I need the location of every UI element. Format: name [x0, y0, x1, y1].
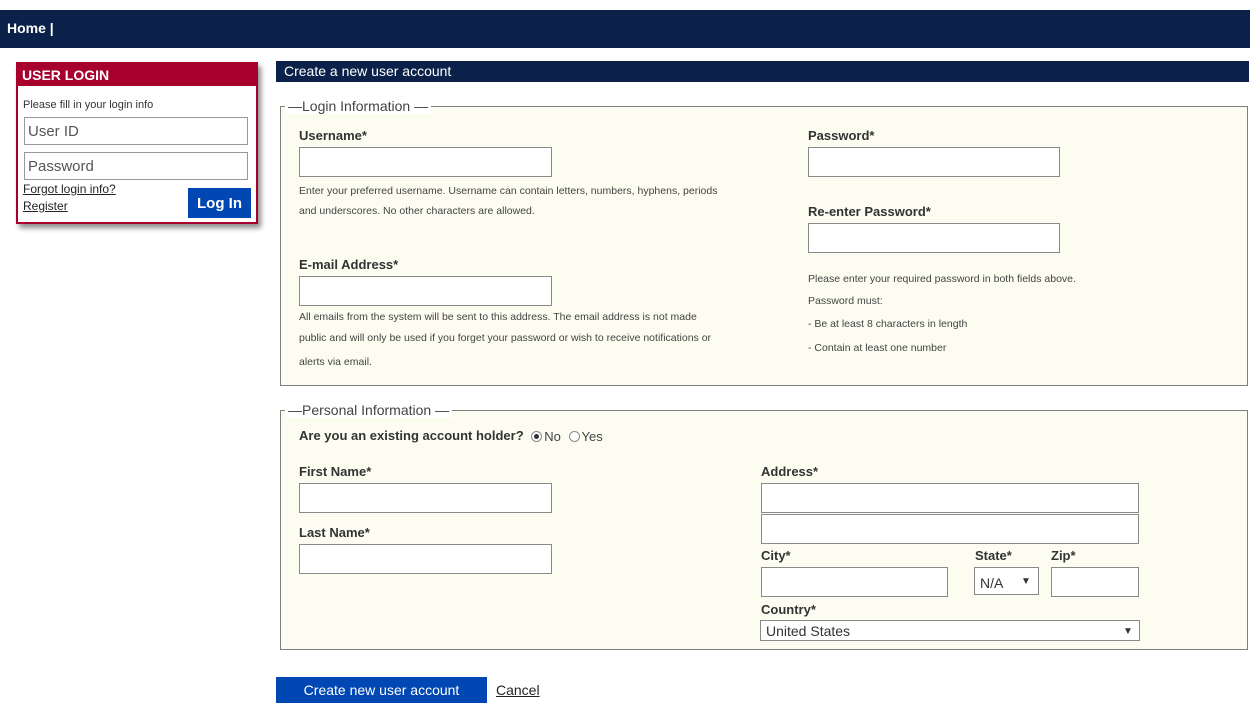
address-line2-input[interactable]	[761, 514, 1139, 544]
register-link[interactable]: Register	[23, 199, 68, 213]
existing-no-label: No	[544, 429, 561, 445]
user-id-input[interactable]	[24, 117, 248, 145]
last-name-label: Last Name*	[299, 525, 370, 540]
city-input[interactable]	[761, 567, 948, 597]
first-name-label: First Name*	[299, 464, 372, 479]
country-select-value: United States	[766, 623, 851, 639]
password-help-1: Please enter your required password in b…	[808, 273, 1076, 285]
country-label: Country*	[761, 602, 816, 617]
email-label: E-mail Address*	[299, 257, 399, 272]
page-title: Create a new user account	[276, 61, 1249, 82]
user-login-panel: USER LOGIN Please fill in your login inf…	[16, 62, 258, 224]
password-help-4: - Contain at least one number	[808, 342, 947, 354]
password-input[interactable]	[808, 147, 1060, 177]
state-label: State*	[975, 548, 1012, 563]
reenter-password-label: Re-enter Password*	[808, 204, 931, 219]
last-name-input[interactable]	[299, 544, 552, 574]
password-label: Password*	[808, 128, 875, 143]
email-help-1: All emails from the system will be sent …	[299, 311, 697, 323]
existing-no-radio[interactable]	[531, 431, 543, 443]
username-help-2: and underscores. No other characters are…	[299, 205, 535, 217]
login-information-legend: —Login Information —	[285, 98, 432, 114]
user-login-title: USER LOGIN	[18, 64, 256, 86]
top-nav-bar: Home |	[0, 10, 1250, 48]
first-name-input[interactable]	[299, 483, 552, 513]
login-password-input[interactable]	[24, 152, 248, 180]
country-chevron-down-icon: ▼	[1123, 626, 1133, 637]
log-in-button[interactable]: Log In	[188, 188, 251, 218]
personal-information-legend: —Personal Information —	[285, 402, 453, 418]
create-account-button[interactable]: Create new user account	[276, 677, 487, 703]
password-help-3: - Be at least 8 characters in length	[808, 318, 968, 330]
reenter-password-input[interactable]	[808, 223, 1060, 253]
existing-yes-label: Yes	[581, 429, 603, 445]
cancel-link[interactable]: Cancel	[496, 682, 540, 698]
state-chevron-down-icon: ▼	[1021, 576, 1031, 587]
password-help-2: Password must:	[808, 295, 883, 307]
zip-input[interactable]	[1051, 567, 1139, 597]
country-select[interactable]: United States	[760, 620, 1140, 641]
state-select-value: N/A	[980, 575, 1004, 591]
home-link[interactable]: Home |	[7, 20, 54, 36]
address-line1-input[interactable]	[761, 483, 1139, 513]
username-label: Username*	[299, 128, 367, 143]
login-hint: Please fill in your login info	[23, 99, 154, 111]
email-help-2: public and will only be used if you forg…	[299, 332, 712, 344]
email-help-3: alerts via email.	[299, 356, 372, 368]
existing-yes-radio[interactable]	[568, 431, 580, 443]
existing-account-question: Are you an existing account holder? No Y…	[299, 428, 603, 445]
username-input[interactable]	[299, 147, 552, 177]
address-label: Address*	[761, 464, 819, 479]
city-label: City*	[761, 548, 791, 563]
forgot-login-link[interactable]: Forgot login info?	[23, 182, 116, 196]
zip-label: Zip*	[1051, 548, 1076, 563]
email-input[interactable]	[299, 276, 552, 306]
